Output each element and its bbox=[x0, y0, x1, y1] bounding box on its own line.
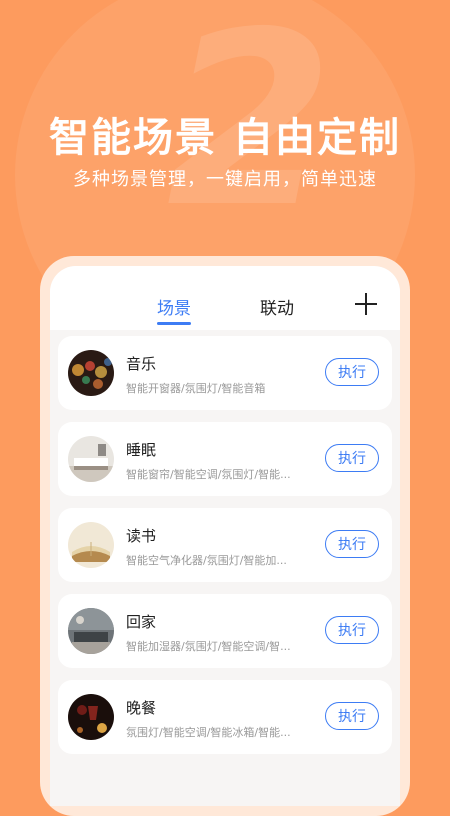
execute-button[interactable]: 执行 bbox=[325, 702, 379, 730]
scene-card-home[interactable]: 回家 智能加湿器/氛围灯/智能空调/智... 执行 bbox=[58, 594, 392, 668]
tab-scenes[interactable]: 场景 bbox=[157, 294, 191, 319]
scene-devices: 智能空气净化器/氛围灯/智能加... bbox=[126, 554, 287, 567]
tab-linkage[interactable]: 联动 bbox=[260, 294, 294, 319]
scene-card-sleep[interactable]: 睡眠 智能窗帘/智能空调/氛围灯/智能... 执行 bbox=[58, 422, 392, 496]
scene-card-reading[interactable]: 读书 智能空气净化器/氛围灯/智能加... 执行 bbox=[58, 508, 392, 582]
execute-button[interactable]: 执行 bbox=[325, 530, 379, 558]
bedroom-image bbox=[68, 436, 114, 482]
execute-button[interactable]: 执行 bbox=[325, 358, 379, 386]
scene-card-music[interactable]: 音乐 智能开窗器/氛围灯/智能音箱 执行 bbox=[58, 336, 392, 410]
scene-devices: 氛围灯/智能空调/智能冰箱/智能... bbox=[126, 726, 291, 739]
living-room-image bbox=[68, 608, 114, 654]
tab-bar: 场景 联动 bbox=[50, 266, 400, 330]
scene-name: 晚餐 bbox=[126, 699, 157, 717]
dinner-image bbox=[68, 694, 114, 740]
scene-devices: 智能窗帘/智能空调/氛围灯/智能... bbox=[126, 468, 291, 481]
hero-subtitle: 多种场景管理，一键启用，简单迅速 bbox=[73, 169, 377, 190]
app-screen: 场景 联动 音乐 智能开窗器/氛围灯/智能音箱 执行 睡眠 智能窗帘/智能空调/… bbox=[50, 266, 400, 806]
tab-indicator bbox=[157, 322, 191, 325]
execute-button[interactable]: 执行 bbox=[325, 444, 379, 472]
scene-devices: 智能开窗器/氛围灯/智能音箱 bbox=[126, 382, 266, 395]
scene-devices: 智能加湿器/氛围灯/智能空调/智... bbox=[126, 640, 291, 653]
scene-name: 睡眠 bbox=[126, 441, 157, 459]
book-image bbox=[68, 522, 114, 568]
scene-name: 回家 bbox=[126, 613, 157, 631]
execute-button[interactable]: 执行 bbox=[325, 616, 379, 644]
scene-name: 读书 bbox=[126, 527, 157, 545]
plus-icon[interactable] bbox=[354, 292, 378, 316]
music-bokeh-image bbox=[68, 350, 114, 396]
scene-name: 音乐 bbox=[126, 355, 157, 373]
scene-card-dinner[interactable]: 晚餐 氛围灯/智能空调/智能冰箱/智能... 执行 bbox=[58, 680, 392, 754]
hero-title: 智能场景 自由定制 bbox=[49, 115, 401, 161]
